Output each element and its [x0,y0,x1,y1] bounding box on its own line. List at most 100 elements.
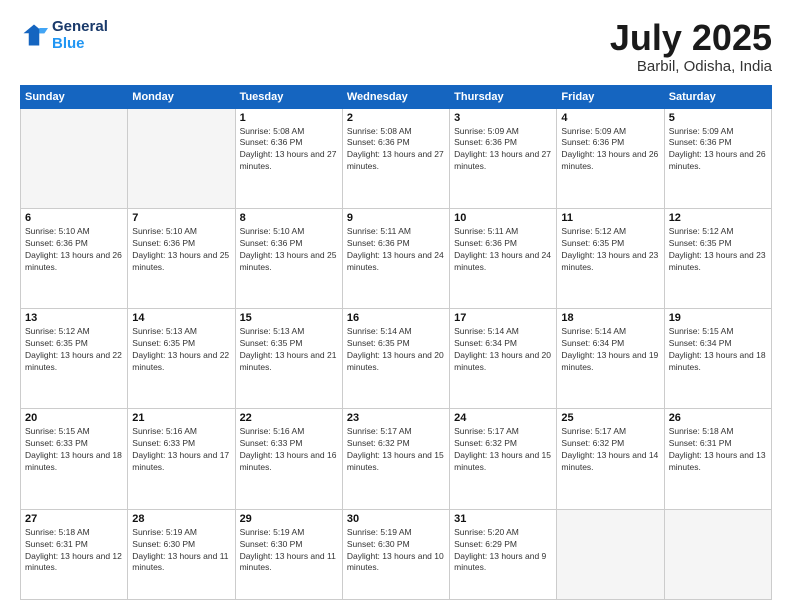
weekday-header-saturday: Saturday [664,85,771,108]
day-number: 27 [25,513,123,525]
calendar-cell: 31 Sunrise: 5:20 AM Sunset: 6:29 PM Dayli… [450,509,557,599]
day-number: 16 [347,312,445,324]
day-number: 15 [240,312,338,324]
cell-info: Sunrise: 5:13 AM Sunset: 6:35 PM Dayligh… [132,326,230,374]
title-block: July 2025 Barbil, Odisha, India [610,18,772,75]
cell-info: Sunrise: 5:18 AM Sunset: 6:31 PM Dayligh… [669,426,767,474]
week-row-4: 20 Sunrise: 5:15 AM Sunset: 6:33 PM Dayli… [21,409,772,509]
week-row-2: 6 Sunrise: 5:10 AM Sunset: 6:36 PM Daylig… [21,208,772,308]
calendar-cell: 14 Sunrise: 5:13 AM Sunset: 6:35 PM Dayli… [128,309,235,409]
day-number: 25 [561,412,659,424]
calendar-cell: 12Sunrise: 5:12 AM Sunset: 6:35 PM Dayli… [664,208,771,308]
calendar-cell [128,108,235,208]
weekday-header-wednesday: Wednesday [342,85,449,108]
calendar-cell: 24 Sunrise: 5:17 AM Sunset: 6:32 PM Dayli… [450,409,557,509]
weekday-header-row: SundayMondayTuesdayWednesdayThursdayFrid… [21,85,772,108]
cell-info: Sunrise: 5:14 AM Sunset: 6:34 PM Dayligh… [454,326,552,374]
calendar-cell: 10 Sunrise: 5:11 AM Sunset: 6:36 PM Dayli… [450,208,557,308]
cell-info: Sunrise: 5:12 AM Sunset: 6:35 PM Dayligh… [25,326,123,374]
day-number: 30 [347,513,445,525]
calendar-cell: 1Sunrise: 5:08 AM Sunset: 6:36 PM Daylig… [235,108,342,208]
calendar-cell: 3 Sunrise: 5:09 AM Sunset: 6:36 PM Daylig… [450,108,557,208]
cell-info: Sunrise: 5:16 AM Sunset: 6:33 PM Dayligh… [132,426,230,474]
day-number: 23 [347,412,445,424]
calendar-cell: 11 Sunrise: 5:12 AM Sunset: 6:35 PM Dayli… [557,208,664,308]
calendar-cell: 4 Sunrise: 5:09 AM Sunset: 6:36 PM Daylig… [557,108,664,208]
day-number: 10 [454,212,552,224]
month-title: July 2025 [610,18,772,58]
week-row-5: 27 Sunrise: 5:18 AM Sunset: 6:31 PM Dayli… [21,509,772,599]
day-number: 3 [454,112,552,124]
cell-info: Sunrise: 5:14 AM Sunset: 6:35 PM Dayligh… [347,326,445,374]
calendar-cell: 8 Sunrise: 5:10 AM Sunset: 6:36 PM Daylig… [235,208,342,308]
calendar-cell: 27 Sunrise: 5:18 AM Sunset: 6:31 PM Dayli… [21,509,128,599]
cell-info: Sunrise: 5:12 AM Sunset: 6:35 PM Dayligh… [669,226,767,274]
calendar-cell: 21Sunrise: 5:16 AM Sunset: 6:33 PM Dayli… [128,409,235,509]
calendar-cell: 17 Sunrise: 5:14 AM Sunset: 6:34 PM Dayli… [450,309,557,409]
cell-info: Sunrise: 5:19 AM Sunset: 6:30 PM Dayligh… [347,527,445,575]
day-number: 29 [240,513,338,525]
cell-info: Sunrise: 5:12 AM Sunset: 6:35 PM Dayligh… [561,226,659,274]
cell-info: Sunrise: 5:19 AM Sunset: 6:30 PM Dayligh… [132,527,230,575]
calendar-cell: 20 Sunrise: 5:15 AM Sunset: 6:33 PM Dayli… [21,409,128,509]
calendar-cell: 15 Sunrise: 5:13 AM Sunset: 6:35 PM Dayli… [235,309,342,409]
cell-info: Sunrise: 5:17 AM Sunset: 6:32 PM Dayligh… [347,426,445,474]
day-number: 11 [561,212,659,224]
day-number: 18 [561,312,659,324]
calendar-cell: 9 Sunrise: 5:11 AM Sunset: 6:36 PM Daylig… [342,208,449,308]
calendar-cell: 26Sunrise: 5:18 AM Sunset: 6:31 PM Dayli… [664,409,771,509]
calendar-cell: 25 Sunrise: 5:17 AM Sunset: 6:32 PM Dayli… [557,409,664,509]
cell-info: Sunrise: 5:17 AM Sunset: 6:32 PM Dayligh… [561,426,659,474]
day-number: 14 [132,312,230,324]
calendar-cell: 23 Sunrise: 5:17 AM Sunset: 6:32 PM Dayli… [342,409,449,509]
cell-info: Sunrise: 5:13 AM Sunset: 6:35 PM Dayligh… [240,326,338,374]
cell-info: Sunrise: 5:08 AM Sunset: 6:36 PM Dayligh… [347,126,445,174]
location: Barbil, Odisha, India [610,58,772,75]
calendar-cell [557,509,664,599]
day-number: 13 [25,312,123,324]
cell-info: Sunrise: 5:09 AM Sunset: 6:36 PM Dayligh… [454,126,552,174]
logo-icon [20,21,48,49]
weekday-header-friday: Friday [557,85,664,108]
day-number: 24 [454,412,552,424]
cell-info: Sunrise: 5:20 AM Sunset: 6:29 PM Dayligh… [454,527,552,575]
day-number: 9 [347,212,445,224]
calendar-cell: 16 Sunrise: 5:14 AM Sunset: 6:35 PM Dayli… [342,309,449,409]
cell-info: Sunrise: 5:18 AM Sunset: 6:31 PM Dayligh… [25,527,123,575]
weekday-header-monday: Monday [128,85,235,108]
weekday-header-sunday: Sunday [21,85,128,108]
logo: General Blue [20,18,108,52]
calendar-cell: 29 Sunrise: 5:19 AM Sunset: 6:30 PM Dayli… [235,509,342,599]
calendar-cell: 28 Sunrise: 5:19 AM Sunset: 6:30 PM Dayli… [128,509,235,599]
cell-info: Sunrise: 5:19 AM Sunset: 6:30 PM Dayligh… [240,527,338,575]
cell-info: Sunrise: 5:15 AM Sunset: 6:33 PM Dayligh… [25,426,123,474]
cell-info: Sunrise: 5:11 AM Sunset: 6:36 PM Dayligh… [454,226,552,274]
cell-info: Sunrise: 5:10 AM Sunset: 6:36 PM Dayligh… [240,226,338,274]
cell-info: Sunrise: 5:11 AM Sunset: 6:36 PM Dayligh… [347,226,445,274]
calendar-cell: 18Sunrise: 5:14 AM Sunset: 6:34 PM Dayli… [557,309,664,409]
weekday-header-thursday: Thursday [450,85,557,108]
cell-info: Sunrise: 5:15 AM Sunset: 6:34 PM Dayligh… [669,326,767,374]
day-number: 28 [132,513,230,525]
weekday-header-tuesday: Tuesday [235,85,342,108]
cell-info: Sunrise: 5:17 AM Sunset: 6:32 PM Dayligh… [454,426,552,474]
calendar-cell [21,108,128,208]
logo-text: General Blue [52,18,108,52]
day-number: 8 [240,212,338,224]
cell-info: Sunrise: 5:09 AM Sunset: 6:36 PM Dayligh… [561,126,659,174]
day-number: 6 [25,212,123,224]
day-number: 2 [347,112,445,124]
day-number: 20 [25,412,123,424]
calendar-cell: 22Sunrise: 5:16 AM Sunset: 6:33 PM Dayli… [235,409,342,509]
day-number: 1 [240,112,338,124]
day-number: 17 [454,312,552,324]
calendar-cell: 13 Sunrise: 5:12 AM Sunset: 6:35 PM Dayli… [21,309,128,409]
calendar-cell: 7Sunrise: 5:10 AM Sunset: 6:36 PM Daylig… [128,208,235,308]
calendar-cell: 30 Sunrise: 5:19 AM Sunset: 6:30 PM Dayli… [342,509,449,599]
cell-info: Sunrise: 5:10 AM Sunset: 6:36 PM Dayligh… [25,226,123,274]
day-number: 7 [132,212,230,224]
calendar-cell: 19Sunrise: 5:15 AM Sunset: 6:34 PM Dayli… [664,309,771,409]
day-number: 31 [454,513,552,525]
day-number: 5 [669,112,767,124]
day-number: 4 [561,112,659,124]
